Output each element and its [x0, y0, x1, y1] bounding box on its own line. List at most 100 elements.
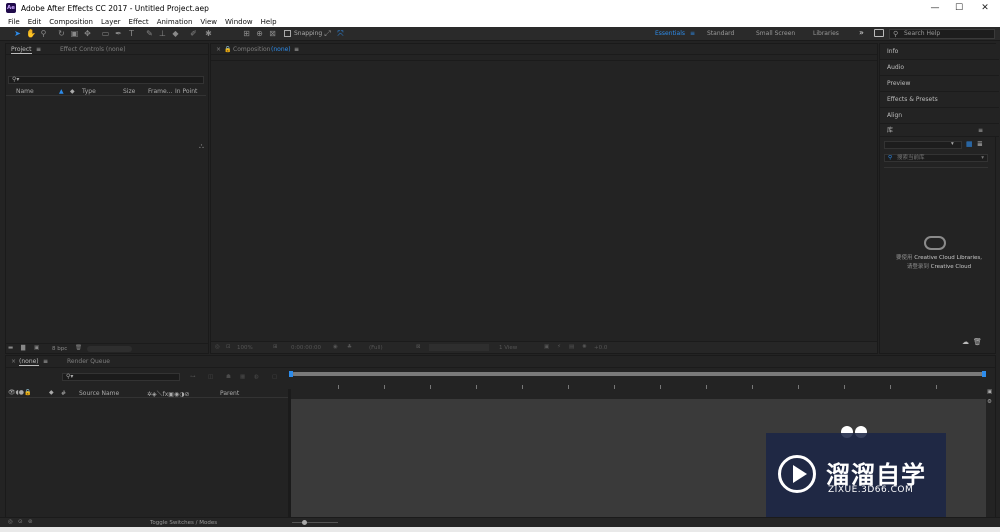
layer-switches-pane-icon[interactable]: ◎ [8, 519, 13, 525]
library-search-input[interactable]: ⚲ 搜索当前库 ▾ [884, 154, 988, 162]
chevron-down-icon[interactable]: ▾ [951, 141, 954, 147]
camera-dropdown[interactable] [429, 344, 489, 351]
column-layer-number[interactable]: # [61, 390, 66, 397]
workspace-standard[interactable]: Standard [707, 30, 734, 37]
interpret-footage-icon[interactable]: ▬ [8, 345, 13, 351]
new-folder-icon[interactable]: ▇ [21, 345, 25, 351]
workspace-overflow-icon[interactable]: » [859, 28, 864, 37]
snapping-checkbox[interactable] [284, 30, 291, 37]
column-in-point[interactable]: In Point [175, 88, 197, 95]
comp-button-icon[interactable]: ⚙ [987, 399, 992, 405]
zoom-slider-track[interactable] [292, 522, 338, 523]
view-layout-dropdown[interactable]: 1 View [499, 345, 517, 351]
cloud-sync-icon[interactable]: ☁ [962, 338, 969, 346]
bpc-label[interactable]: 8 bpc [52, 346, 67, 352]
composition-tab-value[interactable]: (none) [271, 46, 291, 53]
hand-tool-icon[interactable]: ✋ [26, 29, 36, 38]
tab-project[interactable]: Project [11, 46, 32, 54]
menu-composition[interactable]: Composition [49, 18, 93, 26]
column-size[interactable]: Size [123, 88, 135, 95]
menu-layer[interactable]: Layer [101, 18, 121, 26]
snap-edges-icon[interactable]: ⤢ [323, 29, 332, 38]
grid-view-icon[interactable]: ▦ [966, 140, 973, 148]
always-preview-icon[interactable]: ◎ [215, 344, 220, 350]
column-name[interactable]: Name [16, 88, 34, 95]
camera-tool-icon[interactable]: ▣ [70, 29, 79, 38]
close-timeline-tab-icon[interactable]: × [11, 358, 16, 365]
new-composition-icon[interactable]: ▣ [34, 345, 39, 351]
close-button[interactable]: ✕ [972, 0, 998, 16]
tab-effect-controls[interactable]: Effect Controls (none) [60, 46, 126, 53]
library-delete-icon[interactable]: 🗑 [973, 338, 982, 346]
minimize-button[interactable]: — [922, 0, 948, 16]
panel-info[interactable]: Info [880, 44, 999, 60]
sync-settings-icon[interactable] [874, 29, 884, 37]
list-view-icon[interactable]: ≣ [977, 140, 983, 148]
library-search-chevron-icon[interactable]: ▾ [981, 155, 984, 161]
panel-align[interactable]: Align [880, 108, 999, 124]
brush-tool-icon[interactable]: ✎ [145, 29, 154, 38]
zoom-tool-icon[interactable]: ⚲ [39, 29, 48, 38]
resolution-icon[interactable]: ⊞ [273, 344, 278, 350]
flowchart-icon[interactable]: ⛬ [199, 142, 204, 151]
workspace-menu-icon[interactable]: ≡ [690, 30, 695, 37]
label-tag-icon[interactable]: ◆ [70, 88, 75, 95]
view-axis-icon[interactable]: ⊠ [268, 29, 277, 38]
snap-features-icon[interactable]: ⤧ [336, 29, 345, 38]
column-parent[interactable]: Parent [220, 390, 239, 397]
composition-tab-label[interactable]: Composition [233, 46, 270, 53]
workspace-small-screen[interactable]: Small Screen [756, 30, 795, 37]
comp-mini-flowchart-icon[interactable]: ⊶ [190, 374, 196, 380]
menu-edit[interactable]: Edit [28, 18, 42, 26]
layer-label-icon[interactable]: ◆ [49, 389, 54, 396]
draft-3d-icon[interactable]: ◫ [208, 374, 213, 380]
toggle-switches-modes-button[interactable]: Toggle Switches / Modes [150, 520, 217, 526]
av-features-icon[interactable]: 👁◖●🔒 [8, 389, 31, 396]
panel-preview[interactable]: Preview [880, 76, 999, 92]
frame-blending-icon[interactable]: ▦ [240, 374, 245, 380]
column-type[interactable]: Type [82, 88, 96, 95]
fast-previews-icon[interactable]: ⚡ [557, 344, 561, 350]
work-area-start-handle[interactable] [289, 371, 293, 377]
menu-help[interactable]: Help [261, 18, 277, 26]
exposure-value[interactable]: +0.0 [594, 345, 607, 351]
timeline-menu-icon[interactable]: ≡ [43, 358, 48, 365]
workspace-libraries[interactable]: Libraries [813, 30, 839, 37]
timeline-icon[interactable]: ▤ [569, 344, 574, 350]
delete-icon[interactable]: 🗑 [75, 345, 82, 351]
close-comp-tab-icon[interactable]: × [216, 46, 221, 53]
world-axis-icon[interactable]: ⊕ [255, 29, 264, 38]
rotate-tool-icon[interactable]: ↻ [57, 29, 66, 38]
panel-effects-presets[interactable]: Effects & Presets [880, 92, 999, 108]
resolution-dropdown[interactable]: (Full) [369, 345, 383, 351]
mask-visibility-icon[interactable]: ⊡ [226, 344, 231, 350]
show-snapshot-icon[interactable]: ♣ [347, 344, 352, 350]
pan-behind-tool-icon[interactable]: ✥ [83, 29, 92, 38]
selection-tool-icon[interactable]: ➤ [13, 29, 22, 38]
tab-timeline-none[interactable]: (none) [19, 358, 39, 366]
zoom-slider-handle[interactable] [302, 520, 307, 525]
timeline-search-input[interactable]: ⚲▾ [62, 373, 180, 381]
roto-brush-tool-icon[interactable]: ✐ [189, 29, 198, 38]
menu-effect[interactable]: Effect [129, 18, 149, 26]
mask-tool-icon[interactable]: ▭ [101, 29, 110, 38]
workspace-essentials[interactable]: Essentials [655, 30, 685, 37]
work-area-end-handle[interactable] [982, 371, 986, 377]
sort-ascending-icon[interactable]: ▲ [59, 88, 64, 95]
local-axis-icon[interactable]: ⊞ [242, 29, 251, 38]
work-area-bar[interactable] [292, 372, 984, 376]
search-help-input[interactable]: ⚲ Search Help [889, 29, 995, 39]
lock-icon[interactable]: 🔒 [224, 46, 231, 53]
snapshot-icon[interactable]: ◉ [333, 344, 338, 350]
tab-render-queue[interactable]: Render Queue [67, 358, 110, 365]
project-search-input[interactable]: ⚲▾ [8, 76, 204, 84]
exposure-icon[interactable]: ✺ [582, 344, 587, 350]
menu-file[interactable]: File [8, 18, 20, 26]
pen-tool-icon[interactable]: ✒ [114, 29, 123, 38]
puppet-tool-icon[interactable]: ✱ [204, 29, 213, 38]
panel-audio[interactable]: Audio [880, 60, 999, 76]
column-frame[interactable]: Frame... [148, 88, 172, 95]
maximize-button[interactable]: ☐ [946, 0, 972, 16]
in-out-pane-icon[interactable]: ⊚ [28, 519, 33, 525]
timeline-zoom-icon[interactable]: ▣ [987, 389, 992, 395]
